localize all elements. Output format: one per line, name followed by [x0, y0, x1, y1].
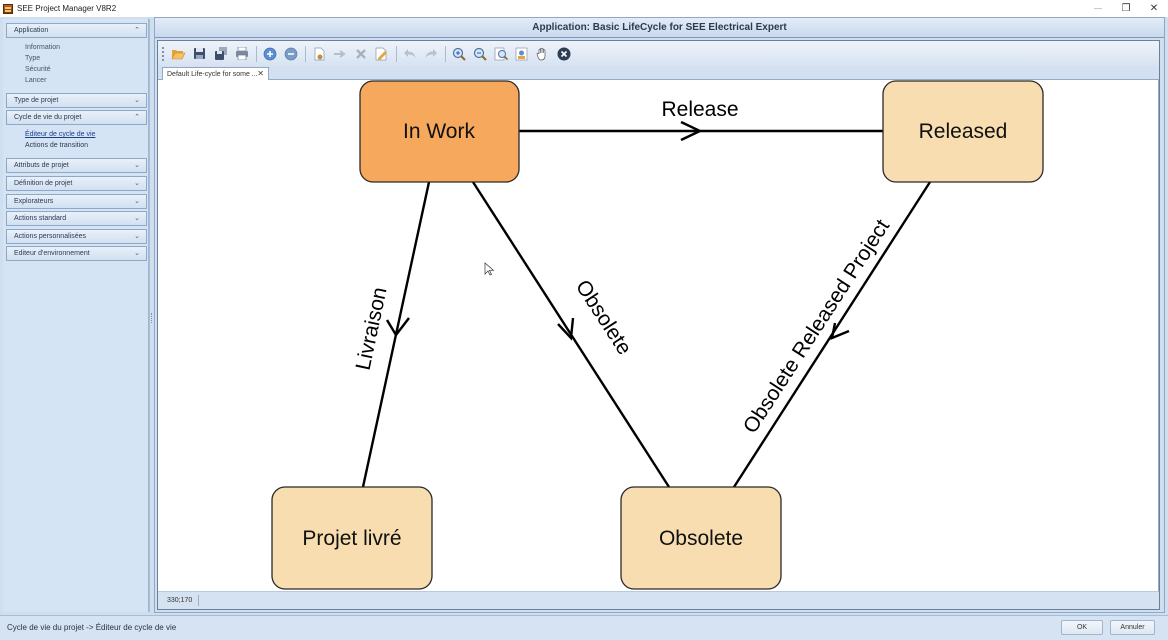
section-label: Editeur d'environnement	[14, 250, 90, 257]
app-icon	[3, 4, 13, 14]
sidebar-item-securite[interactable]: Sécurité	[25, 66, 51, 73]
tab-default-lifecycle[interactable]: Default Life-cycle for some ... ✕	[162, 67, 269, 81]
section-label: Actions personnalisées	[14, 233, 86, 240]
edit-icon[interactable]	[372, 44, 391, 63]
section-label: Actions standard	[14, 215, 66, 222]
sidebar-section-editeur-environnement[interactable]: Editeur d'environnement ⌄	[6, 246, 147, 261]
transition-label: Obsolete	[571, 276, 636, 359]
main-panel: Application: Basic LifeCycle for SEE Ele…	[154, 17, 1165, 613]
transition-livraison[interactable]: Livraison	[352, 182, 429, 487]
transition-label: Release	[661, 98, 738, 121]
chevron-down-icon: ⌄	[134, 232, 140, 240]
sidebar-section-cycle-de-vie[interactable]: Cycle de vie du projet ⌃	[6, 110, 147, 125]
delete-icon[interactable]	[351, 44, 370, 63]
title-bar: SEE Project Manager V8R2 — ❐ ✕	[0, 0, 1168, 17]
section-label: Cycle de vie du projet	[14, 114, 81, 121]
chevron-down-icon: ⌄	[134, 197, 140, 205]
state-released[interactable]: Released	[883, 81, 1043, 182]
bottom-bar: Cycle de vie du projet -> Éditeur de cyc…	[0, 615, 1168, 640]
arrow-icon[interactable]	[330, 44, 349, 63]
section-label: Définition de projet	[14, 180, 72, 187]
chevron-down-icon: ⌄	[134, 179, 140, 187]
sidebar-item-editeur-cycle-de-vie[interactable]: Éditeur de cycle de vie	[25, 131, 95, 138]
toolbar-grip[interactable]	[162, 47, 165, 61]
tab-label: Default Life-cycle for some ...	[167, 71, 258, 78]
zoom-page-icon[interactable]	[512, 44, 531, 63]
undo-icon[interactable]	[400, 44, 419, 63]
lifecycle-diagram: Release Livraison Obsolete	[158, 80, 1159, 591]
mouse-cursor-icon	[485, 263, 494, 275]
new-transition-icon[interactable]	[309, 44, 328, 63]
tab-close-icon[interactable]: ✕	[257, 69, 264, 78]
toolbar-separator	[256, 46, 257, 62]
sidebar-section-attributs[interactable]: Attributs de projet ⌄	[6, 158, 147, 173]
close-button[interactable]: ✕	[1140, 0, 1168, 17]
transition-label: Livraison	[352, 285, 392, 372]
sidebar-item-lancer[interactable]: Lancer	[25, 77, 46, 84]
toolbar	[158, 41, 1159, 66]
state-obsolete[interactable]: Obsolete	[621, 487, 781, 589]
section-label: Attributs de projet	[14, 162, 69, 169]
zoom-fit-icon[interactable]	[491, 44, 510, 63]
redo-icon[interactable]	[421, 44, 440, 63]
diagram-canvas[interactable]: Release Livraison Obsolete	[158, 80, 1159, 591]
sidebar-item-information[interactable]: Information	[25, 44, 60, 51]
pan-hand-icon[interactable]	[533, 44, 552, 63]
transition-release[interactable]: Release	[519, 98, 883, 140]
close-diagram-icon[interactable]	[554, 44, 573, 63]
arrowhead-icon	[832, 323, 849, 338]
state-projet-livre[interactable]: Projet livré	[272, 487, 432, 589]
section-label: Explorateurs	[14, 198, 53, 205]
sidebar-section-definition[interactable]: Définition de projet ⌄	[6, 176, 147, 191]
restore-button[interactable]: ❐	[1112, 0, 1140, 17]
chevron-down-icon: ⌄	[134, 249, 140, 257]
sidebar-section-actions-standard[interactable]: Actions standard ⌄	[6, 211, 147, 226]
toolbar-separator	[445, 46, 446, 62]
chevron-up-icon: ⌃	[134, 26, 140, 34]
open-icon[interactable]	[169, 44, 188, 63]
state-label: Obsolete	[659, 527, 743, 550]
transition-obsolete[interactable]: Obsolete	[473, 182, 669, 487]
state-label: Released	[919, 120, 1008, 143]
application-header: Application: Basic LifeCycle for SEE Ele…	[155, 18, 1164, 38]
zoom-out-icon[interactable]	[470, 44, 489, 63]
ok-button[interactable]: OK	[1061, 620, 1103, 635]
cancel-button[interactable]: Annuler	[1110, 620, 1155, 635]
state-label: Projet livré	[302, 527, 401, 550]
lifecycle-editor: Default Life-cycle for some ... ✕ Releas…	[157, 40, 1160, 610]
sidebar-section-application[interactable]: Application ⌃	[6, 23, 147, 38]
app-body: Application ⌃ Information Type Sécurité …	[0, 17, 1168, 640]
transition-label: Obsolete Released Project	[739, 215, 894, 437]
remove-state-icon[interactable]	[281, 44, 300, 63]
sidebar-section-explorateurs[interactable]: Explorateurs ⌄	[6, 194, 147, 209]
state-label: In Work	[403, 120, 475, 143]
sidebar-section-type-de-projet[interactable]: Type de projet ⌄	[6, 93, 147, 108]
chevron-down-icon: ⌄	[134, 161, 140, 169]
sidebar-item-type[interactable]: Type	[25, 55, 40, 62]
editor-statusbar: 330;170	[158, 591, 1159, 609]
sidebar-section-actions-personnalisees[interactable]: Actions personnalisées ⌄	[6, 229, 147, 244]
zoom-in-icon[interactable]	[449, 44, 468, 63]
sidebar-item-actions-de-transition[interactable]: Actions de transition	[25, 142, 88, 149]
section-label: Application	[14, 27, 48, 34]
chevron-down-icon: ⌄	[134, 96, 140, 104]
toolbar-separator	[305, 46, 306, 62]
chevron-down-icon: ⌄	[134, 214, 140, 222]
save-icon[interactable]	[190, 44, 209, 63]
add-state-icon[interactable]	[260, 44, 279, 63]
transition-obsolete-released-project[interactable]: Obsolete Released Project	[734, 182, 930, 487]
toolbar-separator	[396, 46, 397, 62]
window-title: SEE Project Manager V8R2	[17, 4, 116, 13]
print-icon[interactable]	[232, 44, 251, 63]
minimize-button[interactable]: —	[1084, 0, 1112, 17]
splitter-grip	[151, 313, 153, 323]
save-all-icon[interactable]	[211, 44, 230, 63]
chevron-up-icon: ⌃	[134, 113, 140, 121]
sidebar: Application ⌃ Information Type Sécurité …	[3, 19, 149, 612]
breadcrumb: Cycle de vie du projet -> Éditeur de cyc…	[7, 623, 176, 632]
section-label: Type de projet	[14, 97, 58, 104]
state-in-work[interactable]: In Work	[360, 81, 519, 182]
tab-strip: Default Life-cycle for some ... ✕	[158, 66, 1159, 80]
cursor-coordinates: 330;170	[158, 595, 199, 606]
